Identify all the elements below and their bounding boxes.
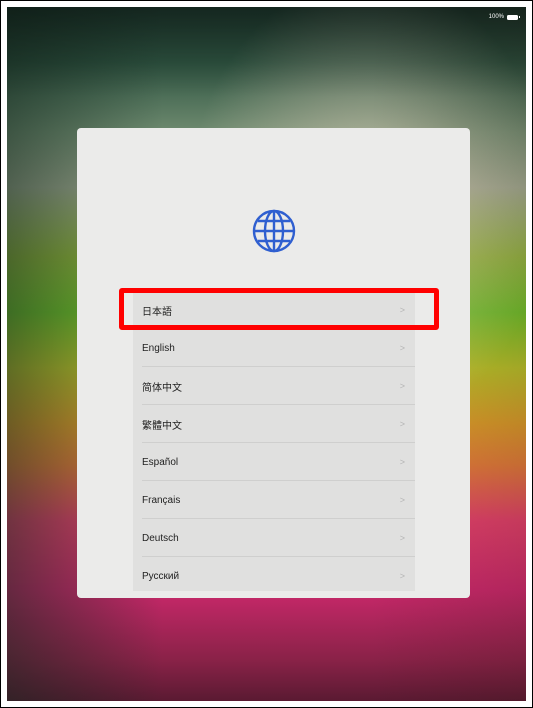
- globe-icon: [252, 209, 296, 253]
- chevron-right-icon: >: [399, 457, 405, 467]
- language-label: 日本語: [142, 306, 172, 318]
- language-option-simplified-chinese[interactable]: 简体中文 >: [133, 367, 415, 405]
- battery-icon: [507, 14, 520, 20]
- language-label: Deutsch: [142, 532, 179, 544]
- language-option-traditional-chinese[interactable]: 繁體中文 >: [133, 405, 415, 443]
- language-option-english[interactable]: English >: [133, 329, 415, 367]
- chevron-right-icon: >: [399, 419, 405, 429]
- screenshot-frame: 100% 日本語 > English > 简体中文 > 繁體中文 > Españ…: [0, 0, 533, 708]
- battery-percent: 100%: [488, 14, 504, 20]
- chevron-right-icon: >: [399, 381, 405, 391]
- chevron-right-icon: >: [399, 305, 405, 315]
- language-option-german[interactable]: Deutsch >: [133, 519, 415, 557]
- chevron-right-icon: >: [399, 533, 405, 543]
- language-option-russian[interactable]: Русский >: [133, 557, 415, 591]
- language-label: 繁體中文: [142, 420, 182, 432]
- language-label: Русский: [142, 570, 180, 582]
- language-label: English: [142, 342, 175, 354]
- language-label: Español: [142, 456, 179, 468]
- chevron-right-icon: >: [399, 571, 405, 581]
- language-label: 简体中文: [142, 382, 182, 394]
- language-label: Français: [142, 494, 181, 506]
- language-option-japanese[interactable]: 日本語 >: [133, 291, 415, 329]
- language-select-dialog: 日本語 > English > 简体中文 > 繁體中文 > Español > …: [77, 128, 470, 598]
- chevron-right-icon: >: [399, 343, 405, 353]
- status-bar: 100%: [488, 14, 520, 20]
- chevron-right-icon: >: [399, 495, 405, 505]
- language-list: 日本語 > English > 简体中文 > 繁體中文 > Español > …: [133, 291, 415, 591]
- language-option-spanish[interactable]: Español >: [133, 443, 415, 481]
- language-option-french[interactable]: Français >: [133, 481, 415, 519]
